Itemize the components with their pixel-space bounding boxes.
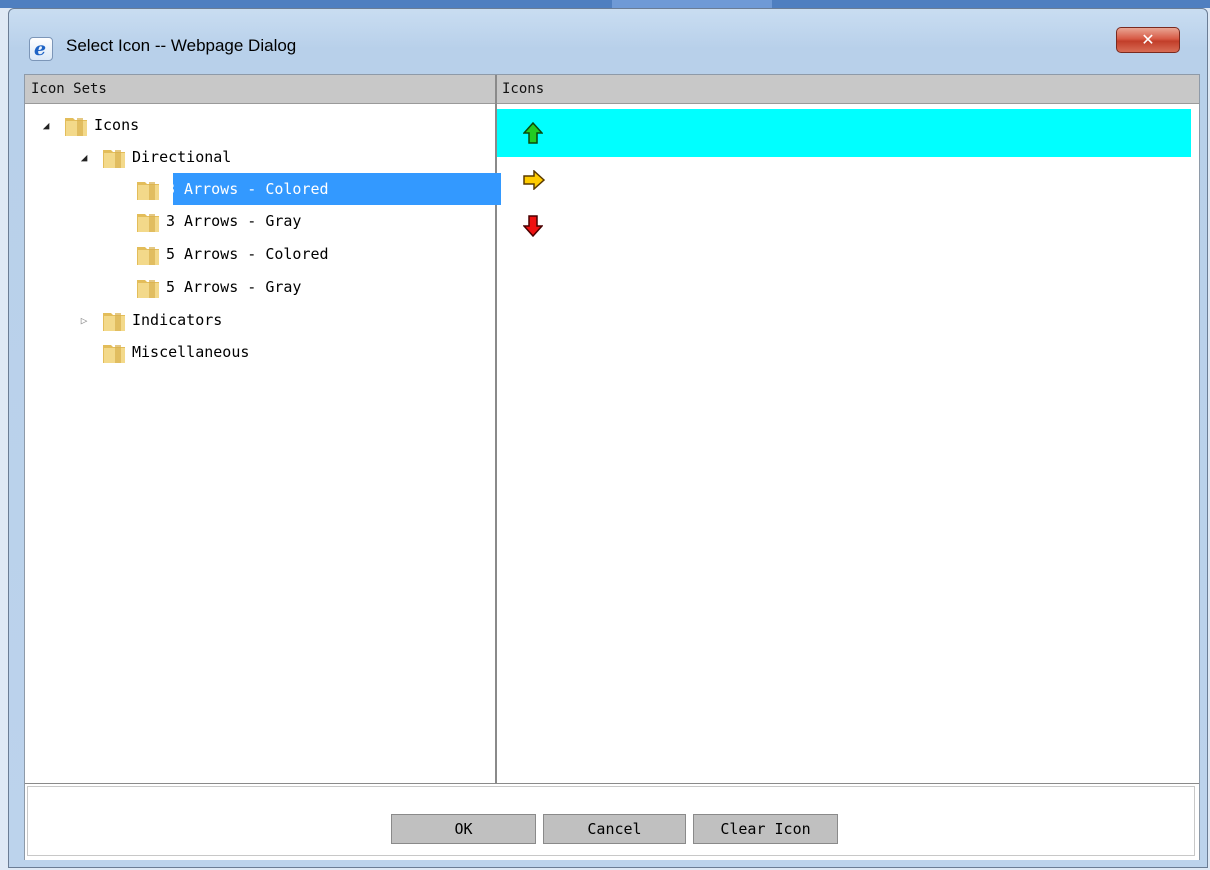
collapse-icon[interactable]: ◢ — [77, 151, 91, 164]
tree-node-label: Icons — [94, 116, 140, 134]
ok-button[interactable]: OK — [391, 814, 536, 844]
icon-sets-header: Icon Sets — [25, 75, 495, 104]
arrow-down-red-icon — [523, 215, 543, 237]
arrow-right-yellow-icon — [523, 170, 545, 190]
close-icon: ✕ — [1141, 30, 1155, 49]
clear-icon-button[interactable]: Clear Icon — [693, 814, 838, 844]
tree-node-3-arrows-colored[interactable]: 3 Arrows - Colored — [25, 173, 495, 205]
icon-item-arrow-right[interactable] — [497, 157, 1191, 205]
icons-header: Icons — [496, 75, 1199, 104]
folder-icon — [103, 313, 125, 331]
title-bar[interactable]: e Select Icon -- Webpage Dialog ✕ — [9, 9, 1207, 73]
tree-node-icons[interactable]: ◢ Icons — [25, 109, 485, 141]
tree-node-label: Directional — [132, 148, 232, 166]
folder-icon — [137, 280, 159, 298]
tree-node-label: Miscellaneous — [132, 343, 250, 361]
dialog-title: Select Icon -- Webpage Dialog — [66, 36, 297, 55]
tree-node-3-arrows-gray[interactable]: 3 Arrows - Gray — [25, 205, 485, 237]
tree-node-5-arrows-gray[interactable]: 5 Arrows - Gray — [25, 271, 485, 303]
dialog-client-area: Icon Sets Icons ◢ Icons ◢ Directional 3 … — [24, 74, 1200, 860]
cancel-button[interactable]: Cancel — [543, 814, 686, 844]
tree-node-5-arrows-colored[interactable]: 5 Arrows - Colored — [25, 238, 485, 270]
icon-item-arrow-down[interactable] — [497, 202, 1191, 250]
browser-icon: e — [29, 37, 53, 61]
tree-node-label: 3 Arrows - Colored — [166, 180, 329, 198]
folder-icon — [65, 118, 87, 136]
tree-node-label: 3 Arrows - Gray — [166, 212, 302, 230]
tree-node-indicators[interactable]: ▷ Indicators — [25, 304, 485, 336]
close-button[interactable]: ✕ — [1116, 27, 1180, 53]
icon-sets-tree: ◢ Icons ◢ Directional 3 Arrows - Colored — [25, 105, 501, 783]
tree-node-miscellaneous[interactable]: Miscellaneous — [25, 336, 485, 368]
folder-icon — [103, 345, 125, 363]
folder-icon — [103, 150, 125, 168]
folder-icon — [137, 247, 159, 265]
expand-icon[interactable]: ▷ — [77, 314, 91, 327]
arrow-up-green-icon — [523, 122, 543, 144]
window-top-strip — [0, 0, 1210, 8]
tree-node-label: 5 Arrows - Colored — [166, 245, 329, 263]
tree-node-label: 5 Arrows - Gray — [166, 278, 302, 296]
button-bar: OK Cancel Clear Icon — [25, 783, 1199, 860]
folder-icon — [137, 214, 159, 232]
tree-node-label: Indicators — [132, 311, 223, 329]
collapse-icon[interactable]: ◢ — [39, 119, 53, 132]
window-top-strip-accent — [612, 0, 772, 8]
icons-list — [497, 105, 1199, 783]
tree-node-directional[interactable]: ◢ Directional — [25, 141, 485, 173]
icon-item-arrow-up[interactable] — [497, 109, 1191, 157]
folder-icon — [137, 182, 159, 200]
